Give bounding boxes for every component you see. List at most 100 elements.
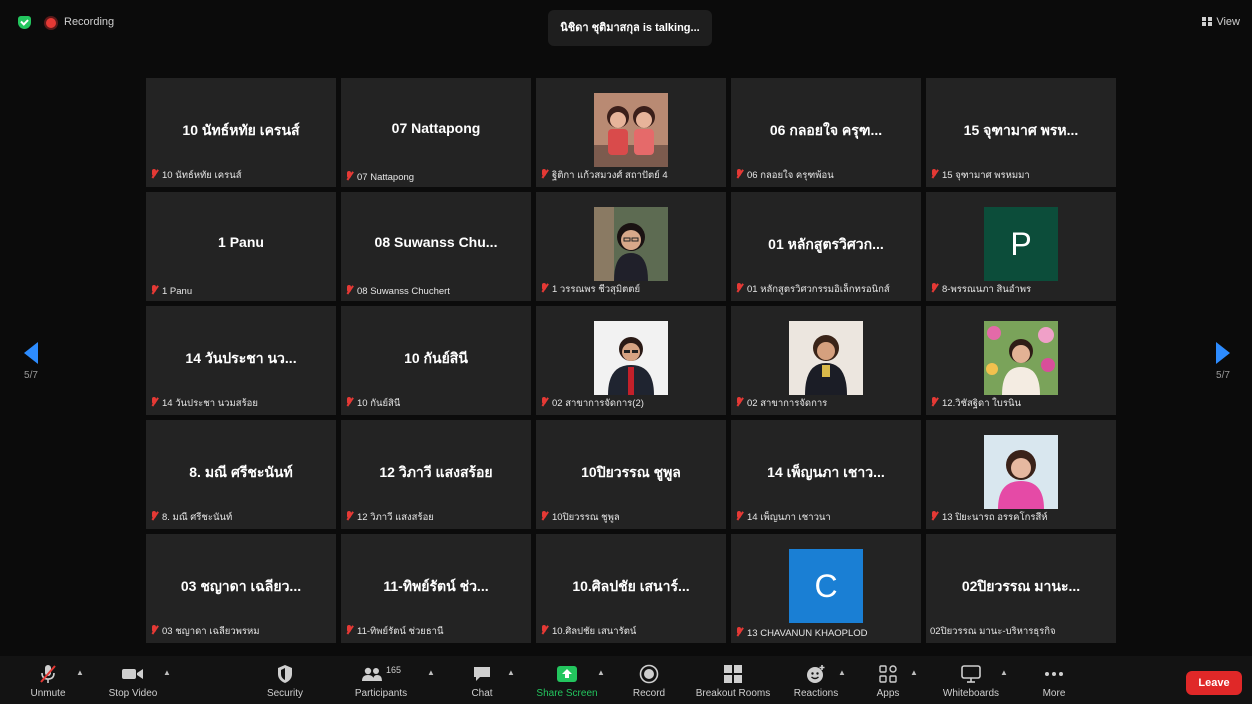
- view-button[interactable]: View: [1202, 16, 1240, 28]
- shield-check-icon[interactable]: [18, 16, 31, 29]
- participant-tile[interactable]: 10 กันย์สินี 10 กันย์สินี: [341, 306, 531, 415]
- security-button[interactable]: Security: [260, 656, 310, 704]
- participant-tile[interactable]: 02 สาขาการจัดการ: [731, 306, 921, 415]
- participant-name-label: 13 ปิยะนารถ อรรคโกรสีห์: [930, 510, 1048, 525]
- participant-tile[interactable]: ฐิติกา แก้วสมวงศ์ สถาปัตย์ 4: [536, 78, 726, 187]
- microphone-muted-icon: [540, 397, 548, 407]
- woman-uniform-photo: [789, 321, 863, 395]
- chat-button[interactable]: Chat: [466, 656, 498, 704]
- stop-video-label: Stop Video: [108, 688, 158, 699]
- participant-tile[interactable]: 1 วรรณพร ชีวสุมิตตย์: [536, 192, 726, 301]
- participant-name-text: 1 วรรณพร ชีวสุมิตตย์: [552, 284, 641, 295]
- participant-tile[interactable]: 12 วิภาวี แสงสร้อย 12 วิภาวี แสงสร้อย: [341, 420, 531, 529]
- participant-tile[interactable]: 10ปิยวรรณ ชูพูล 10ปิยวรรณ ชูพูล: [536, 420, 726, 529]
- record-button[interactable]: Record: [630, 656, 668, 704]
- top-bar: Recording นิชิดา ชุติมาสกุล is talking..…: [0, 0, 1252, 46]
- participant-display-name: 10 กันย์สินี: [404, 350, 468, 366]
- microphone-muted-icon: [735, 511, 743, 521]
- breakout-rooms-button[interactable]: Breakout Rooms: [690, 656, 776, 704]
- participant-name-text: ฐิติกา แก้วสมวงศ์ สถาปัตย์ 4: [552, 170, 668, 181]
- participant-name-text: 10.ศิลปชัย เสนารัตน์: [552, 626, 637, 637]
- participant-name-text: 10ปิยวรรณ ชูพูล: [552, 512, 620, 523]
- microphone-muted-icon: [540, 169, 548, 179]
- participant-tile[interactable]: 1 Panu 1 Panu: [146, 192, 336, 301]
- participant-tile[interactable]: 13 ปิยะนารถ อรรคโกรสีห์: [926, 420, 1116, 529]
- participant-tile[interactable]: 14 เพ็ญนภา เชาว... 14 เพ็ญนภา เชาวนา: [731, 420, 921, 529]
- participant-name-label: 10 กันย์สินี: [345, 396, 400, 411]
- participant-tile[interactable]: 14 วันประชา นว... 14 วันประชา นวมสร้อย: [146, 306, 336, 415]
- apps-options-caret[interactable]: ▲: [910, 668, 918, 677]
- participant-tile[interactable]: 10.ศิลปชัย เสนาร์... 10.ศิลปชัย เสนารัตน์: [536, 534, 726, 643]
- participant-tile[interactable]: 02ปิยวรรณ มานะ... 02ปิยวรรณ มานะ-บริหารธุ…: [926, 534, 1116, 643]
- participant-name-label: 1 วรรณพร ชีวสุมิตตย์: [540, 282, 640, 297]
- microphone-muted-icon: [40, 665, 56, 683]
- participant-tile[interactable]: 02 สาขาการจัดการ(2): [536, 306, 726, 415]
- more-button[interactable]: More: [1036, 656, 1072, 704]
- microphone-muted-icon: [735, 397, 743, 407]
- participant-display-name: 14 วันประชา นว...: [185, 350, 297, 366]
- participants-options-caret[interactable]: ▲: [427, 668, 435, 677]
- audio-options-caret[interactable]: ▲: [76, 668, 84, 677]
- participant-tile[interactable]: 12.วิชัสฐิดา ใบรนิน: [926, 306, 1116, 415]
- share-screen-button[interactable]: Share Screen: [533, 656, 601, 704]
- apps-button[interactable]: Apps: [870, 656, 906, 704]
- participant-name-label: 02 สาขาการจัดการ: [735, 396, 827, 411]
- participant-name-text: 12.วิชัสฐิดา ใบรนิน: [942, 398, 1021, 409]
- participant-name-text: 08 Suwanss Chuchert: [357, 285, 450, 297]
- stop-video-button[interactable]: Stop Video: [102, 656, 164, 704]
- participant-display-name: 02ปิยวรรณ มานะ...: [961, 578, 1081, 594]
- video-options-caret[interactable]: ▲: [163, 668, 171, 677]
- whiteboards-label: Whiteboards: [942, 688, 1000, 699]
- participant-display-name: 08 Suwanss Chu...: [374, 234, 498, 250]
- participant-display-name: 12 วิภาวี แสงสร้อย: [379, 464, 493, 480]
- unmute-label: Unmute: [30, 688, 66, 699]
- reactions-options-caret[interactable]: ▲: [838, 668, 846, 677]
- whiteboards-button[interactable]: Whiteboards: [936, 656, 1006, 704]
- arrow-right-icon: [1216, 342, 1230, 364]
- microphone-muted-icon: [540, 511, 548, 521]
- participant-name-text: 01 หลักสูตรวิศวกรรมอิเล็กทรอนิกส์: [747, 284, 890, 295]
- recording-dot-icon: [46, 18, 56, 28]
- participant-tile[interactable]: 15 จุฑามาศ พรห... 15 จุฑามาศ พรหมมา: [926, 78, 1116, 187]
- next-page-button[interactable]: 5/7: [1210, 342, 1236, 381]
- more-dots-icon: [1045, 672, 1063, 676]
- microphone-muted-icon: [345, 397, 353, 407]
- participant-tile[interactable]: 06 กลอยใจ ครุฑ... 06 กลอยใจ ครุฑพ้อน: [731, 78, 921, 187]
- video-camera-icon: [122, 669, 143, 679]
- unmute-button[interactable]: Unmute: [22, 656, 74, 704]
- record-label: Record: [632, 688, 666, 699]
- microphone-muted-icon: [345, 171, 353, 181]
- leave-button[interactable]: Leave: [1186, 671, 1242, 695]
- participant-display-name: 01 หลักสูตรวิศวก...: [768, 236, 884, 252]
- participants-button[interactable]: 165 Participants: [348, 656, 414, 704]
- reactions-smiley-icon: [807, 665, 825, 683]
- participant-tile[interactable]: 03 ชญาดา เฉลียว... 03 ชญาดา เฉลียวพรหม: [146, 534, 336, 643]
- participant-tile[interactable]: 07 Nattapong 07 Nattapong: [341, 78, 531, 187]
- participant-tile[interactable]: 11-ทิพย์รัตน์ ช่ว... 11-ทิพย์รัตน์ ช่วยธา…: [341, 534, 531, 643]
- woman-glasses-photo: [594, 207, 668, 281]
- participant-tile[interactable]: P 8-พรรณนภา สินอำพร: [926, 192, 1116, 301]
- microphone-muted-icon: [150, 397, 158, 407]
- previous-page-button[interactable]: 5/7: [18, 342, 44, 381]
- participant-name-text: 10 นัทธ์หทัย เครนส์: [162, 170, 242, 181]
- share-options-caret[interactable]: ▲: [597, 668, 605, 677]
- participant-tile[interactable]: 08 Suwanss Chu... 08 Suwanss Chuchert: [341, 192, 531, 301]
- reactions-button[interactable]: Reactions: [790, 656, 842, 704]
- microphone-muted-icon: [150, 511, 158, 521]
- participant-display-name: 11-ทิพย์รัตน์ ช่ว...: [383, 578, 489, 594]
- participant-name-text: 02 สาขาการจัดการ: [747, 398, 828, 409]
- microphone-muted-icon: [735, 627, 743, 637]
- participant-name-text: 15 จุฑามาศ พรหมมา: [942, 170, 1030, 181]
- apps-icon: [879, 665, 897, 683]
- participant-name-label: 07 Nattapong: [345, 171, 414, 183]
- participant-name-text: 8-พรรณนภา สินอำพร: [942, 284, 1032, 295]
- chat-options-caret[interactable]: ▲: [507, 668, 515, 677]
- participant-display-name: 15 จุฑามาศ พรห...: [963, 122, 1079, 138]
- participant-name-text: 8. มณี ศรีชะนันท์: [162, 512, 233, 523]
- participant-name-label: 1 Panu: [150, 285, 192, 297]
- participant-tile[interactable]: 10 นัทธ์หทัย เครนส์ 10 นัทธ์หทัย เครนส์: [146, 78, 336, 187]
- participant-tile[interactable]: 01 หลักสูตรวิศวก... 01 หลักสูตรวิศวกรรมอิ…: [731, 192, 921, 301]
- whiteboards-options-caret[interactable]: ▲: [1000, 668, 1008, 677]
- participant-tile[interactable]: 8. มณี ศรีชะนันท์ 8. มณี ศรีชะนันท์: [146, 420, 336, 529]
- participant-tile[interactable]: C 13 CHAVANUN KHAOPLOD: [731, 534, 921, 643]
